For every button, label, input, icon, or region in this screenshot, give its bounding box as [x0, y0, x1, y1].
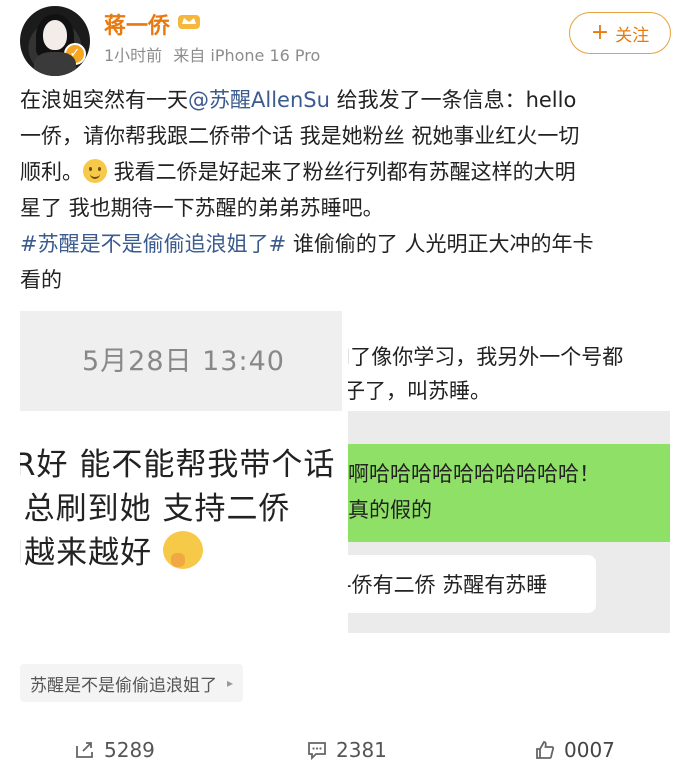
repost-icon	[76, 742, 93, 758]
chat-line-2: i总刷到她 支持二侨	[20, 491, 291, 527]
chevron-right-icon: ▸	[227, 676, 234, 690]
post-time: 1小时前	[104, 46, 163, 65]
post-text-segment: 我看二侨是好起来了粉丝行列都有苏醒这样的大明	[107, 160, 576, 184]
action-bar: 5289 2381 0007	[0, 728, 690, 775]
thumbs-up-icon	[536, 741, 555, 759]
plus-icon: +	[590, 20, 610, 45]
post-text-segment: 顺利。	[20, 160, 83, 184]
post-text-segment: 一侨，请你帮我跟二侨带个话 我是她粉丝 祝她事业红火一切	[20, 124, 580, 148]
post-text-segment: 星了 我也期待一下苏醒的弟弟苏睡吧。	[20, 196, 384, 220]
mention-link[interactable]: @苏醒AllenSu	[188, 88, 330, 112]
chat-bubble-1-line-1: J了像你学习，我另外一个号都	[348, 345, 624, 369]
chat-timestamp: 5月28日 13:40	[82, 346, 285, 377]
follow-label: 关注	[615, 25, 650, 46]
topic-label: 苏醒是不是偷偷追浪姐了	[30, 675, 217, 696]
chat-bubble-3-text: -侨有二侨 苏醒有苏睡	[348, 573, 548, 597]
post-text-line: 看的	[20, 262, 675, 298]
like-count: 0007	[564, 738, 615, 762]
post-text-segment: 在浪姐突然有一天	[20, 88, 188, 112]
post-text-line: 顺利。 我看二侨是好起来了粉丝行列都有苏醒这样的大明	[20, 154, 675, 190]
avatar[interactable]	[20, 6, 90, 76]
post-text-line: 一侨，请你帮我跟二侨带个话 我是她粉丝 祝她事业红火一切	[20, 118, 675, 154]
comment-icon	[308, 742, 326, 761]
hashtag-link[interactable]: #苏醒是不是偷偷追浪姐了#	[20, 232, 286, 256]
chat-bubble-3: -侨有二侨 苏醒有苏睡	[348, 555, 596, 613]
avatar-face	[43, 20, 67, 50]
chat-line-3-row: I越来越好	[20, 527, 204, 572]
comment-count: 2381	[336, 738, 387, 762]
avatar-shoulders	[34, 52, 76, 76]
post-image-1[interactable]: 5月28日 13:40 R好 能不能帮我带个话 i总刷到她 支持二侨 I越来越好	[20, 311, 342, 633]
chat-bubble-1: J了像你学习，我另外一个号都 子了，叫苏睡。	[348, 311, 670, 411]
repost-count: 5289	[104, 738, 155, 762]
chat-line-3: I越来越好	[20, 535, 153, 571]
post-text-segment: 谁偷偷的了 人光明正大冲的年卡	[286, 232, 594, 256]
post-text-line: 星了 我也期待一下苏醒的弟弟苏睡吧。	[20, 190, 675, 226]
smile-emoji-icon	[83, 159, 107, 183]
green-bubble-line-2: 真的假的	[348, 498, 432, 522]
thinking-emoji-icon	[163, 531, 204, 569]
repost-button[interactable]: 5289	[74, 738, 155, 762]
chat-bubble-green: 啊哈哈哈哈哈哈哈哈哈哈！ 真的假的	[348, 444, 670, 542]
post-image-2[interactable]: J了像你学习，我另外一个号都 子了，叫苏睡。 啊哈哈哈哈哈哈哈哈哈哈！ 真的假的…	[348, 311, 670, 633]
post-text-segment: 给我发了一条信息：hello	[329, 88, 577, 112]
post-meta: 1小时前 来自 iPhone 16 Pro	[104, 42, 326, 66]
like-button[interactable]: 0007	[534, 738, 615, 762]
author-name[interactable]: 蒋一侨	[104, 8, 170, 40]
comment-button[interactable]: 2381	[306, 738, 387, 762]
topic-chip[interactable]: 苏醒是不是偷偷追浪姐了 ▸	[20, 664, 244, 702]
green-bubble-line-1: 啊哈哈哈哈哈哈哈哈哈哈！	[348, 462, 600, 486]
post-text-line: 在浪姐突然有一天@苏醒AllenSu 给我发了一条信息：hello	[20, 82, 675, 118]
chat-line-1: R好 能不能帮我带个话	[20, 447, 336, 483]
chat-bubble-1-line-2: 子了，叫苏睡。	[348, 379, 491, 403]
post-text: 在浪姐突然有一天@苏醒AllenSu 给我发了一条信息：hello 一侨，请你帮我…	[20, 82, 675, 298]
post-text-segment: 看的	[20, 268, 62, 292]
follow-button[interactable]: + 关注	[569, 12, 671, 54]
post-source: 来自 iPhone 16 Pro	[173, 46, 321, 65]
post-text-line: #苏醒是不是偷偷追浪姐了# 谁偷偷的了 人光明正大冲的年卡	[20, 226, 675, 262]
crown-icon	[178, 15, 200, 29]
